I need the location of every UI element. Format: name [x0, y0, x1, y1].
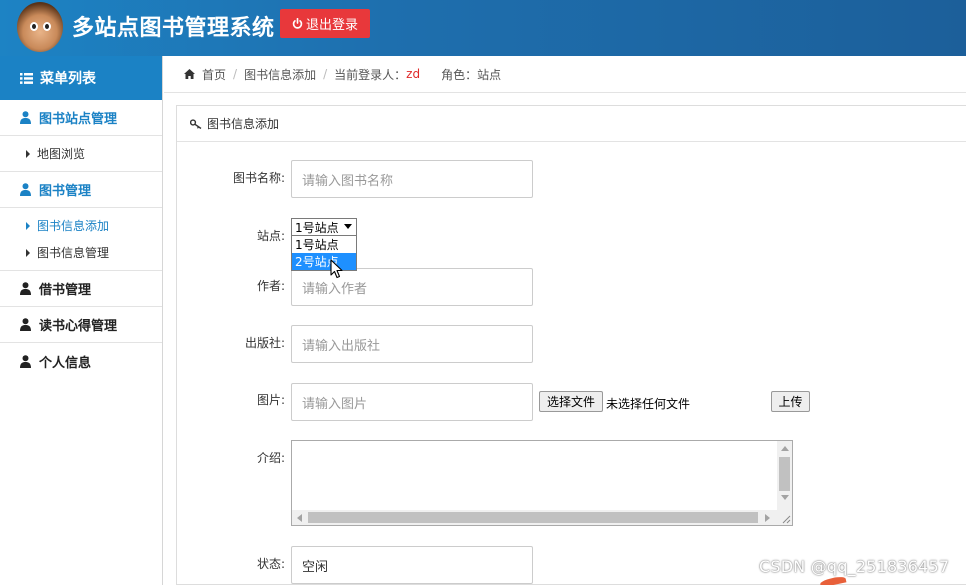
- site-dropdown-list: 1号站点 2号站点: [291, 235, 357, 271]
- file-status: 未选择任何文件: [606, 397, 691, 411]
- logout-button[interactable]: 退出登录: [280, 9, 370, 38]
- avatar-logo: [17, 2, 63, 52]
- sidebar-item-label: 地图浏览: [37, 147, 86, 161]
- choose-file-button[interactable]: 选择文件: [539, 391, 603, 412]
- sidebar-group-site-management[interactable]: 图书站点管理: [0, 100, 162, 136]
- role-value: 站点: [477, 67, 502, 82]
- sidebar-group-label: 图书管理: [39, 184, 92, 199]
- home-icon: [184, 69, 195, 79]
- status-input[interactable]: 空闲: [291, 546, 533, 584]
- caret-right-icon: [26, 149, 30, 158]
- user-icon: [20, 111, 31, 124]
- site-label: 站点:: [256, 229, 285, 243]
- scroll-up-icon[interactable]: [781, 446, 789, 451]
- sidebar-group-label: 个人信息: [39, 355, 92, 371]
- image-label: 图片:: [256, 393, 285, 407]
- sidebar-item-label: 图书信息添加: [37, 219, 110, 233]
- breadcrumb-page: 图书信息添加: [244, 67, 317, 82]
- scroll-right-icon[interactable]: [765, 514, 770, 522]
- sidebar-menu-title: 菜单列表: [40, 71, 96, 87]
- author-placeholder: 请输入作者: [302, 281, 368, 297]
- status-label: 状态:: [256, 557, 285, 571]
- sidebar-group-book-management[interactable]: 图书管理: [0, 172, 162, 208]
- sidebar-item-book-manage[interactable]: 图书信息管理: [0, 239, 162, 266]
- scroll-thumb[interactable]: [308, 512, 758, 523]
- logout-label: 退出登录: [305, 18, 358, 33]
- sidebar-item-label: 图书信息管理: [37, 246, 110, 260]
- horizontal-scrollbar[interactable]: [292, 510, 777, 525]
- publisher-label: 出版社:: [244, 336, 285, 350]
- sidebar-group-borrow-management[interactable]: 借书管理: [0, 271, 162, 307]
- watermark-text: CSDN @qq_251836457: [759, 557, 950, 576]
- book-name-placeholder: 请输入图书名称: [302, 173, 394, 189]
- caret-right-icon: [26, 248, 30, 257]
- mouse-cursor-icon: [330, 259, 343, 279]
- list-icon: [20, 72, 33, 84]
- sidebar-menu-header: 菜单列表: [0, 56, 162, 100]
- user-icon: [20, 318, 31, 331]
- breadcrumb-separator: /: [323, 67, 328, 81]
- sidebar-group-label: 借书管理: [39, 283, 92, 298]
- breadcrumb-separator: /: [233, 67, 238, 81]
- status-value: 空闲: [302, 559, 329, 575]
- sidebar-group-label: 读书心得管理: [39, 319, 118, 334]
- book-name-label: 图书名称:: [232, 171, 285, 185]
- site-option[interactable]: 1号站点: [292, 236, 356, 253]
- app-title: 多站点图书管理系统: [72, 16, 275, 41]
- user-icon: [20, 183, 31, 196]
- intro-textarea[interactable]: [291, 440, 793, 526]
- user-icon: [20, 282, 31, 295]
- panel-title: 图书信息添加: [207, 117, 280, 131]
- key-icon: [190, 118, 202, 129]
- image-placeholder: 请输入图片: [302, 396, 368, 412]
- power-icon: [292, 18, 303, 29]
- sidebar-submenu: 图书信息添加 图书信息管理: [0, 208, 162, 271]
- upload-button[interactable]: 上传: [771, 391, 810, 412]
- dropdown-arrow-icon: [344, 224, 352, 229]
- current-user: zd: [406, 67, 421, 81]
- role-label: 角色：: [441, 67, 478, 82]
- sidebar-group-profile[interactable]: 个人信息: [0, 343, 162, 379]
- user-icon: [20, 354, 31, 368]
- book-name-input[interactable]: 请输入图书名称: [291, 160, 533, 198]
- publisher-input[interactable]: 请输入出版社: [291, 325, 533, 363]
- author-label: 作者:: [256, 279, 285, 293]
- sidebar-submenu: 地图浏览: [0, 136, 162, 172]
- sidebar: 菜单列表 图书站点管理 地图浏览 图书管理 图书信息添加 图书信息管理 借书管理…: [0, 56, 163, 585]
- scroll-left-icon[interactable]: [297, 514, 302, 522]
- breadcrumb-home[interactable]: 首页: [202, 66, 226, 83]
- sidebar-item-book-add[interactable]: 图书信息添加: [0, 212, 162, 239]
- vertical-scrollbar[interactable]: [777, 441, 792, 511]
- resize-grip-icon[interactable]: [777, 510, 792, 525]
- site-option-highlighted[interactable]: 2号站点: [292, 253, 356, 270]
- intro-label: 介绍:: [256, 451, 285, 465]
- sidebar-item-map-browse[interactable]: 地图浏览: [0, 140, 162, 167]
- scroll-thumb[interactable]: [779, 457, 790, 491]
- top-header: 多站点图书管理系统 退出登录: [0, 0, 966, 56]
- current-user-label: 当前登录人：: [334, 67, 407, 82]
- panel-header: 图书信息添加: [177, 106, 966, 142]
- sidebar-group-reading-notes[interactable]: 读书心得管理: [0, 307, 162, 343]
- author-input[interactable]: 请输入作者: [291, 268, 533, 306]
- publisher-placeholder: 请输入出版社: [302, 338, 381, 354]
- image-input[interactable]: 请输入图片: [291, 383, 533, 421]
- site-select[interactable]: 1号站点: [291, 218, 357, 236]
- breadcrumb: 首页 / 图书信息添加 / 当前登录人： zd 角色： 站点: [164, 56, 966, 93]
- scroll-down-icon[interactable]: [781, 495, 789, 500]
- caret-right-icon: [26, 221, 30, 230]
- sidebar-group-label: 图书站点管理: [39, 112, 118, 127]
- site-selected-value: 1号站点: [295, 220, 339, 235]
